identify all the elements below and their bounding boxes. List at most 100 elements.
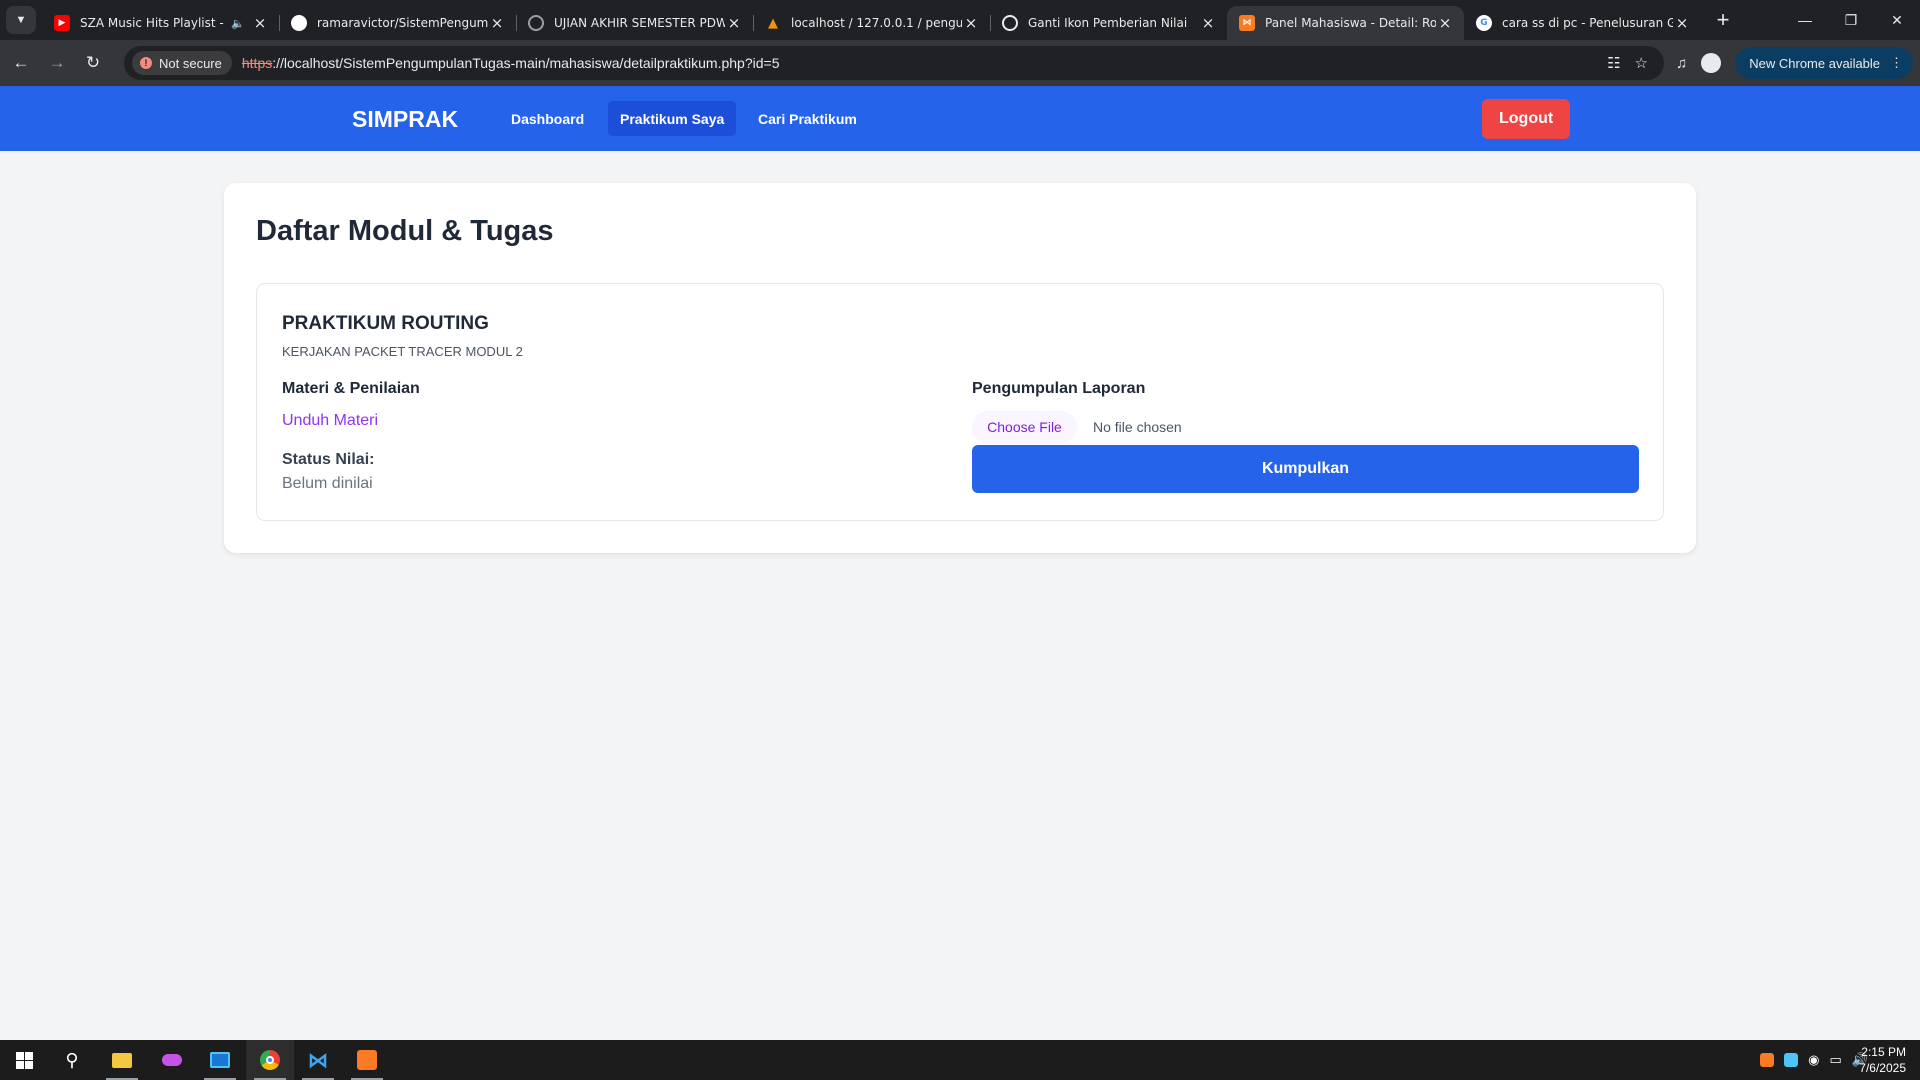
tab-title: localhost / 127.0.0.1 / pengumpulan — [791, 16, 962, 30]
windows-logo — [15, 1051, 33, 1069]
update-label: New Chrome available — [1749, 55, 1881, 71]
vscode-icon[interactable]: ⋈ — [294, 1040, 342, 1080]
close-icon[interactable]: × — [1673, 14, 1691, 32]
tab-search-button[interactable]: ▼ — [6, 6, 36, 34]
xampp-glyph — [357, 1050, 377, 1070]
nav-praktikum-saya[interactable]: Praktikum Saya — [608, 101, 737, 136]
youtube-icon: ▶ — [54, 15, 70, 31]
google-icon: G — [1476, 15, 1492, 31]
browser-tab[interactable]: UJIAN AKHIR SEMESTER PDW.pdf × — [516, 6, 753, 40]
remote-tray-icon[interactable] — [1784, 1053, 1799, 1067]
game-tray-icon[interactable]: ◉ — [1808, 1052, 1819, 1068]
close-icon[interactable]: × — [488, 14, 506, 32]
window-controls: — ❐ ✕ — [1782, 0, 1920, 40]
chrome-update-button[interactable]: New Chrome available ⋮ — [1735, 47, 1914, 79]
globe-icon — [528, 15, 544, 31]
xampp-icon[interactable] — [343, 1040, 391, 1080]
more-vert-icon: ⋮ — [1890, 55, 1904, 70]
file-explorer-icon[interactable] — [98, 1040, 146, 1080]
download-materials-link[interactable]: Unduh Materi — [282, 412, 378, 430]
restore-icon[interactable]: ❐ — [1828, 0, 1874, 40]
browser-tab-active[interactable]: ⋈ Panel Mahasiswa - Detail: Routing × — [1227, 6, 1464, 40]
grade-status-label: Status Nilai: — [282, 451, 375, 468]
app-navbar: SIMPRAK Dashboard Praktikum Saya Cari Pr… — [0, 86, 1920, 151]
browser-tab[interactable]: G cara ss di pc - Penelusuran Google × — [1464, 6, 1701, 40]
clock-time: 2:15 PM — [1861, 1045, 1906, 1059]
minimize-icon[interactable]: — — [1782, 0, 1828, 40]
url-text[interactable]: https://localhost/SistemPengumpulanTugas… — [242, 55, 780, 71]
close-icon[interactable]: × — [1436, 14, 1454, 32]
omnibox-actions: ☷ ☆ — [1607, 54, 1656, 72]
submission-section: Pengumpulan Laporan Choose File No file … — [972, 284, 1639, 520]
speaker-icon[interactable]: 🔈 — [231, 17, 245, 30]
browser-tab-strip: ▼ ▶ SZA Music Hits Playlist - YouTube 🔈 … — [0, 0, 1920, 40]
chrome-center — [266, 1056, 274, 1064]
network-icon[interactable]: ▭ — [1830, 1052, 1842, 1068]
forward-button[interactable]: → — [40, 46, 74, 80]
module-list-card: Daftar Modul & Tugas PRAKTIKUM ROUTING K… — [224, 183, 1696, 553]
arrow-left-icon: ← — [12, 53, 30, 72]
nav-cari-praktikum[interactable]: Cari Praktikum — [746, 101, 869, 136]
clock-date: 7/6/2025 — [1859, 1061, 1906, 1075]
xampp-tray-icon[interactable] — [1760, 1053, 1775, 1067]
tab-title: Panel Mahasiswa - Detail: Routing — [1265, 16, 1436, 30]
search-icon[interactable]: ⚲ — [48, 1040, 96, 1080]
phpmyadmin-icon: ▲ — [768, 15, 778, 31]
url-path: ://localhost/SistemPengumpulanTugas-main… — [272, 55, 780, 71]
magnifier-glyph: ⚲ — [65, 1049, 79, 1070]
tab-title: Ganti Ikon Pemberian Nilai — [1028, 16, 1188, 30]
grade-status-value: Belum dinilai — [282, 475, 373, 492]
tab-title: ramaravictor/SistemPengumpulanTugas — [317, 16, 488, 30]
toolbar-right: ♫ New Chrome available ⋮ — [1676, 47, 1914, 79]
arrow-right-icon: → — [48, 53, 66, 72]
url-scheme: https — [241, 55, 273, 71]
game-controller-icon[interactable] — [148, 1040, 196, 1080]
close-icon[interactable]: × — [1199, 14, 1217, 32]
back-button[interactable]: ← — [4, 46, 38, 80]
module-item: PRAKTIKUM ROUTING KERJAKAN PACKET TRACER… — [256, 283, 1664, 521]
new-tab-button[interactable]: + — [1709, 6, 1737, 34]
security-label: Not secure — [159, 55, 222, 71]
chevron-down-icon: ▼ — [15, 14, 27, 26]
close-icon[interactable]: × — [725, 14, 743, 32]
github-icon — [291, 15, 307, 31]
security-chip[interactable]: ! Not secure — [132, 51, 232, 75]
reload-button[interactable]: ↻ — [76, 46, 110, 80]
windows-start-icon[interactable] — [0, 1040, 48, 1080]
logout-button[interactable]: Logout — [1482, 99, 1571, 139]
xampp-icon: ⋈ — [1239, 15, 1255, 31]
profile-avatar[interactable] — [1701, 53, 1722, 73]
browser-tab[interactable]: ▶ SZA Music Hits Playlist - YouTube 🔈 × — [42, 6, 279, 40]
bookmark-star-icon[interactable]: ☆ — [1635, 54, 1648, 72]
browser-tab[interactable]: ▲ localhost / 127.0.0.1 / pengumpulan × — [753, 6, 990, 40]
translate-icon[interactable]: ☷ — [1607, 54, 1620, 72]
module-name: PRAKTIKUM ROUTING — [282, 313, 489, 334]
controller-glyph — [162, 1054, 182, 1066]
module-description: KERJAKAN PACKET TRACER MODUL 2 — [282, 344, 523, 359]
plus-icon: + — [1716, 7, 1730, 32]
taskbar-clock[interactable]: 2:15 PM 7/6/2025 — [1859, 1044, 1906, 1076]
tab-list: ▶ SZA Music Hits Playlist - YouTube 🔈 × … — [42, 0, 1701, 40]
nav-dashboard[interactable]: Dashboard — [499, 101, 596, 136]
tab-title: UJIAN AKHIR SEMESTER PDW.pdf — [554, 16, 725, 30]
brand-logo[interactable]: SIMPRAK — [352, 106, 458, 133]
browser-toolbar: ← → ↻ ! Not secure https://localhost/Sis… — [0, 40, 1920, 86]
submission-heading: Pengumpulan Laporan — [972, 380, 1146, 397]
close-icon[interactable]: × — [962, 14, 980, 32]
browser-tab[interactable]: ramaravictor/SistemPengumpulanTugas × — [279, 6, 516, 40]
chrome-glyph — [260, 1050, 280, 1070]
tab-title: cara ss di pc - Penelusuran Google — [1502, 16, 1673, 30]
remote-desktop-icon[interactable] — [196, 1040, 244, 1080]
address-bar[interactable]: ! Not secure https://localhost/SistemPen… — [124, 46, 1664, 80]
monitor-glyph — [210, 1052, 230, 1068]
browser-tab[interactable]: Ganti Ikon Pemberian Nilai × — [990, 6, 1227, 40]
chrome-icon[interactable] — [246, 1040, 294, 1080]
close-window-icon[interactable]: ✕ — [1874, 0, 1920, 40]
windows-taskbar: ⚲ ⋈ ◉ ▭ 🔊 2:15 PM 7/6/2025 — [0, 1040, 1920, 1080]
submit-report-button[interactable]: Kumpulkan — [972, 445, 1639, 493]
close-icon[interactable]: × — [251, 14, 269, 32]
choose-file-button[interactable]: Choose File — [972, 411, 1077, 443]
media-control-icon[interactable]: ♫ — [1676, 55, 1687, 72]
chatgpt-icon — [1002, 15, 1018, 31]
tab-title: SZA Music Hits Playlist - YouTube — [80, 16, 225, 30]
